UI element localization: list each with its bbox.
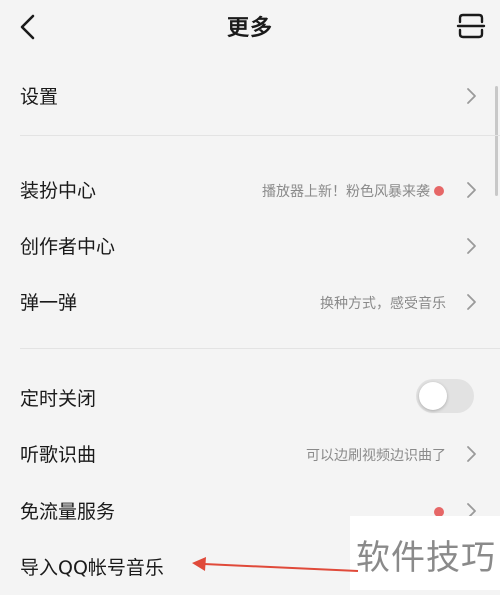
import-qq-music-label: 导入QQ帐号音乐 xyxy=(20,557,164,579)
page-title: 更多 xyxy=(226,16,273,41)
skin-center-label: 装扮中心 xyxy=(20,180,97,202)
watermark: 软件技巧 xyxy=(350,516,500,590)
annotation-arrow-icon xyxy=(192,557,359,572)
free-data-service-label: 免流量服务 xyxy=(20,501,116,523)
sleep-timer-label: 定时关闭 xyxy=(20,388,97,410)
song-recognition-row[interactable]: 听歌识曲 可以边刷视频边识曲了 xyxy=(0,426,500,482)
tanyitan-label: 弹一弹 xyxy=(20,292,78,314)
section-divider xyxy=(20,135,500,136)
settings-label: 设置 xyxy=(20,86,59,108)
creator-center-label: 创作者中心 xyxy=(20,236,116,258)
notification-dot xyxy=(434,186,444,196)
song-recognition-label: 听歌识曲 xyxy=(20,444,97,466)
section-divider xyxy=(20,348,500,349)
chevron-right-icon xyxy=(467,446,476,462)
song-recognition-hint: 可以边刷视频边识曲了 xyxy=(306,448,446,464)
sleep-timer-row: 定时关闭 xyxy=(0,370,500,426)
scan-icon[interactable] xyxy=(456,11,486,41)
tanyitan-hint: 换种方式，感受音乐 xyxy=(320,296,446,312)
skin-center-hint: 播放器上新！粉色风暴来袭 xyxy=(262,184,430,200)
chevron-right-icon xyxy=(467,88,476,104)
top-bar: 更多 xyxy=(0,0,500,52)
tanyitan-row[interactable]: 弹一弹 换种方式，感受音乐 xyxy=(0,274,500,330)
skin-center-row[interactable]: 装扮中心 播放器上新！粉色风暴来袭 xyxy=(0,162,500,218)
chevron-right-icon xyxy=(467,238,476,254)
creator-center-row[interactable]: 创作者中心 xyxy=(0,218,500,274)
sleep-timer-toggle[interactable] xyxy=(416,379,474,413)
chevron-right-icon xyxy=(467,294,476,310)
watermark-text: 软件技巧 xyxy=(356,538,496,578)
chevron-right-icon xyxy=(467,182,476,198)
toggle-knob xyxy=(419,382,447,410)
settings-row[interactable]: 设置 xyxy=(0,68,500,124)
